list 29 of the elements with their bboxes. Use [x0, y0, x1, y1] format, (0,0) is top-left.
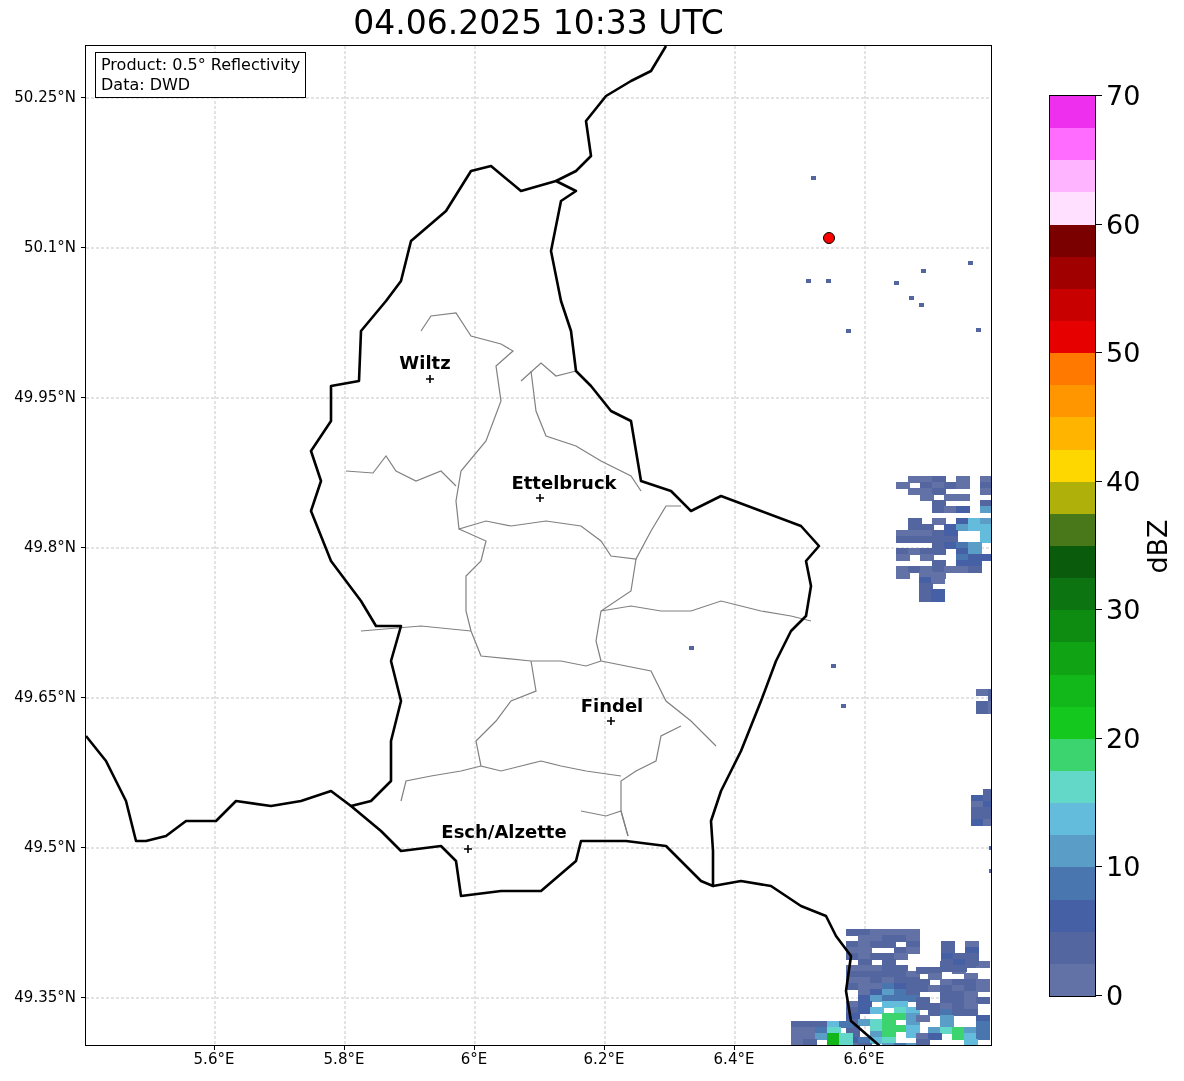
colorbar-label: dBZ — [1143, 518, 1171, 574]
longitude-tick-label: 6.4°E — [713, 1052, 755, 1067]
longitude-tick-label: 6°E — [460, 1052, 488, 1067]
colorbar-tick-label: 10 — [1106, 852, 1141, 880]
chart-title: 04.06.2025 10:33 UTC — [353, 6, 724, 39]
colorbar-tick-label: 30 — [1106, 595, 1141, 623]
info-text: Product: 0.5° Reflectivity — [101, 55, 301, 75]
colorbar-tick-label: 60 — [1106, 210, 1141, 238]
latitude-tick-label: 49.95°N — [14, 389, 76, 405]
latitude-tick-label: 50.1°N — [23, 239, 76, 255]
latitude-tick-label: 49.8°N — [23, 539, 76, 555]
colorbar-tick-label: 40 — [1106, 467, 1141, 495]
city-label: Wiltz — [399, 354, 451, 372]
colorbar-tick-label: 0 — [1106, 981, 1124, 1009]
colorbar-tick-label: 50 — [1106, 338, 1141, 366]
latitude-tick-label: 49.5°N — [23, 839, 76, 855]
city-label: Esch/Alzette — [441, 823, 567, 841]
city-label: Ettelbruck — [511, 474, 617, 492]
city-label: Findel — [580, 697, 644, 715]
latitude-tick-label: 49.35°N — [14, 989, 76, 1005]
longitude-tick-label: 5.6°E — [193, 1052, 235, 1067]
latitude-tick-label: 50.25°N — [14, 89, 76, 105]
latitude-tick-label: 49.65°N — [14, 689, 76, 705]
longitude-tick-label: 5.8°E — [323, 1052, 365, 1067]
longitude-tick-label: 6.2°E — [583, 1052, 625, 1067]
info-text: Data: DWD — [101, 75, 192, 95]
colorbar-tick-label: 20 — [1106, 724, 1141, 752]
longitude-tick-label: 6.6°E — [843, 1052, 885, 1067]
colorbar-tick-label: 70 — [1106, 81, 1141, 109]
